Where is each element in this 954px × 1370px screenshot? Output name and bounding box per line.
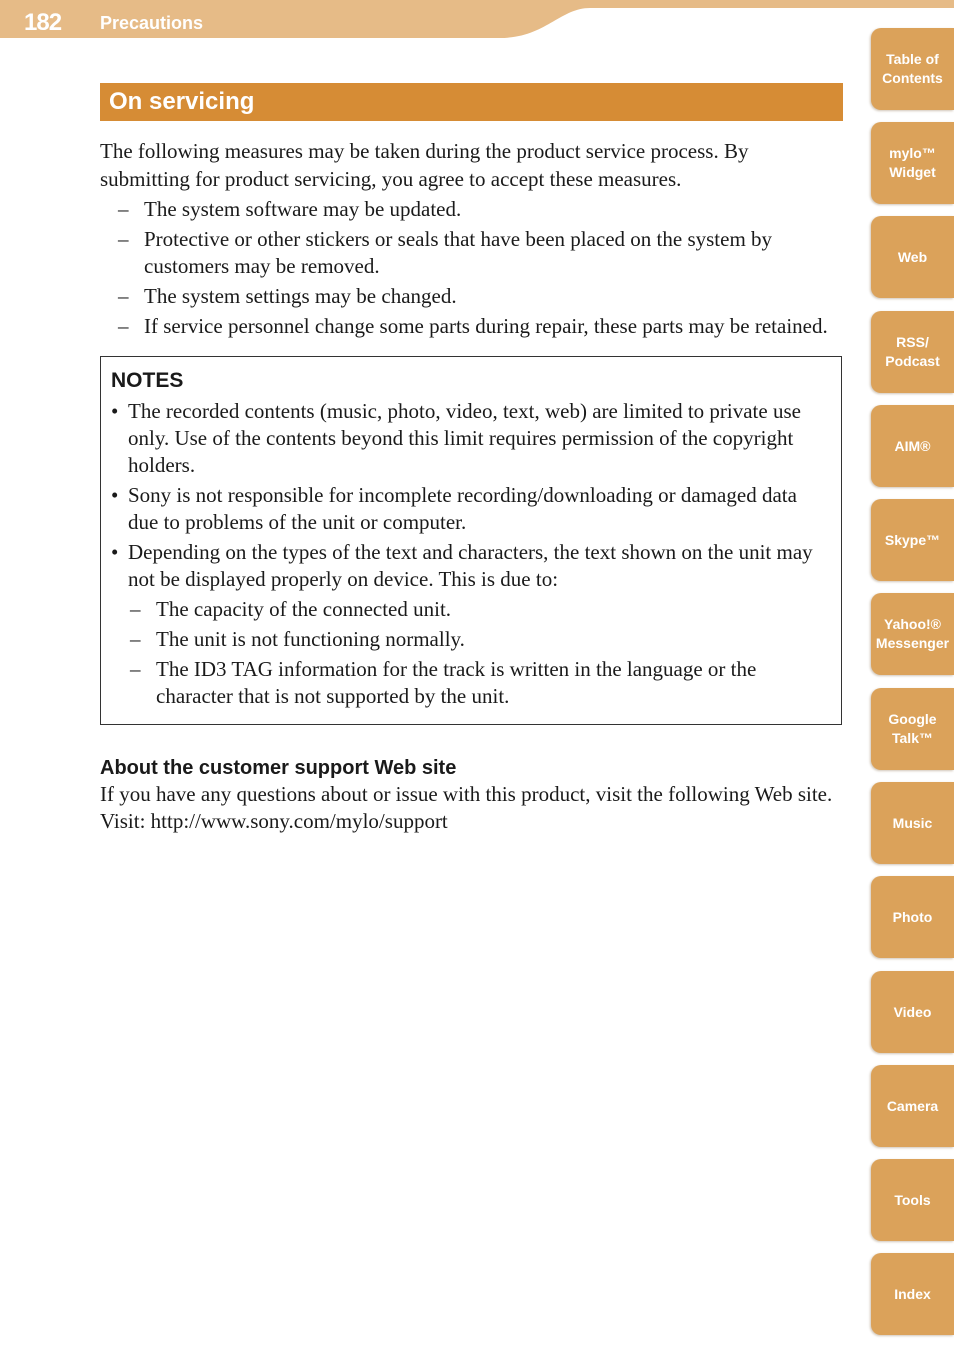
list-item: – If service personnel change some parts … xyxy=(118,314,828,338)
section-name: Precautions xyxy=(100,13,204,33)
sub-item: – The unit is not functioning normally. xyxy=(130,627,465,651)
section-title: On servicing xyxy=(100,83,843,121)
intro-paragraph: The following measures may be taken duri… xyxy=(100,139,749,191)
dash-marker: – xyxy=(118,314,129,338)
notes-box: NOTES • The recorded contents (music, pho… xyxy=(100,356,842,725)
support-text: If you have any questions about or issue… xyxy=(100,782,833,806)
list-item: – The system settings may be changed. xyxy=(118,284,457,308)
nav-tab-mylo-widget[interactable]: mylo™ Widget xyxy=(871,122,954,204)
dash-marker: – xyxy=(130,657,141,681)
note-item: • The recorded contents (music, photo, vi… xyxy=(111,399,801,477)
nav-tab-music[interactable]: Music xyxy=(871,782,954,864)
page-number: 182 xyxy=(24,9,62,36)
nav-tab-video[interactable]: Video xyxy=(871,971,954,1053)
bullet-marker: • xyxy=(111,540,119,564)
dash-marker: – xyxy=(130,627,141,651)
nav-tab-table-of-contents[interactable]: Table of Contents xyxy=(871,28,954,110)
notes-list: • The recorded contents (music, photo, vi… xyxy=(111,398,831,710)
note-item: • Depending on the types of the text and … xyxy=(111,539,831,710)
support-heading: About the customer support Web site xyxy=(100,757,457,779)
notes-title: NOTES xyxy=(111,369,184,392)
note-sub-list: – The capacity of the connected unit. – Th… xyxy=(128,596,831,710)
note-item: • Sony is not responsible for incomplete … xyxy=(111,483,797,534)
nav-tab-tools[interactable]: Tools xyxy=(871,1159,954,1241)
nav-tab-photo[interactable]: Photo xyxy=(871,876,954,958)
bullet-marker: • xyxy=(111,483,119,507)
nav-tab-web[interactable]: Web xyxy=(871,216,954,298)
sub-item: – The capacity of the connected unit. xyxy=(130,597,452,621)
dash-marker: – xyxy=(118,227,129,251)
nav-tab-rss-podcast[interactable]: RSS/ Podcast xyxy=(871,311,954,393)
dash-marker: – xyxy=(118,197,129,221)
nav-tab-camera[interactable]: Camera xyxy=(871,1065,954,1147)
list-item: – Protective or other stickers or seals t… xyxy=(118,227,773,278)
nav-tab-google-talk[interactable]: Google Talk™ xyxy=(871,688,954,770)
nav-tab-aim[interactable]: AIM® xyxy=(871,405,954,487)
nav-tab-yahoo-messenger[interactable]: Yahoo!® Messenger xyxy=(871,593,954,675)
dash-marker: – xyxy=(130,597,141,621)
main-content: On servicing The following measures may … xyxy=(100,83,843,835)
nav-tab-index[interactable]: Index xyxy=(871,1253,954,1335)
nav-tab-skype[interactable]: Skype™ xyxy=(871,499,954,581)
bullet-marker: • xyxy=(111,399,119,423)
dash-marker: – xyxy=(118,284,129,308)
support-url[interactable]: Visit: http://www.sony.com/mylo/support xyxy=(100,808,843,835)
list-item: – The system software may be updated. xyxy=(118,197,462,221)
measures-list: – The system software may be updated. – Pr… xyxy=(100,196,843,340)
page-header: 182 Precautions xyxy=(0,0,954,40)
sub-item: – The ID3 TAG information for the track i… xyxy=(130,657,757,708)
